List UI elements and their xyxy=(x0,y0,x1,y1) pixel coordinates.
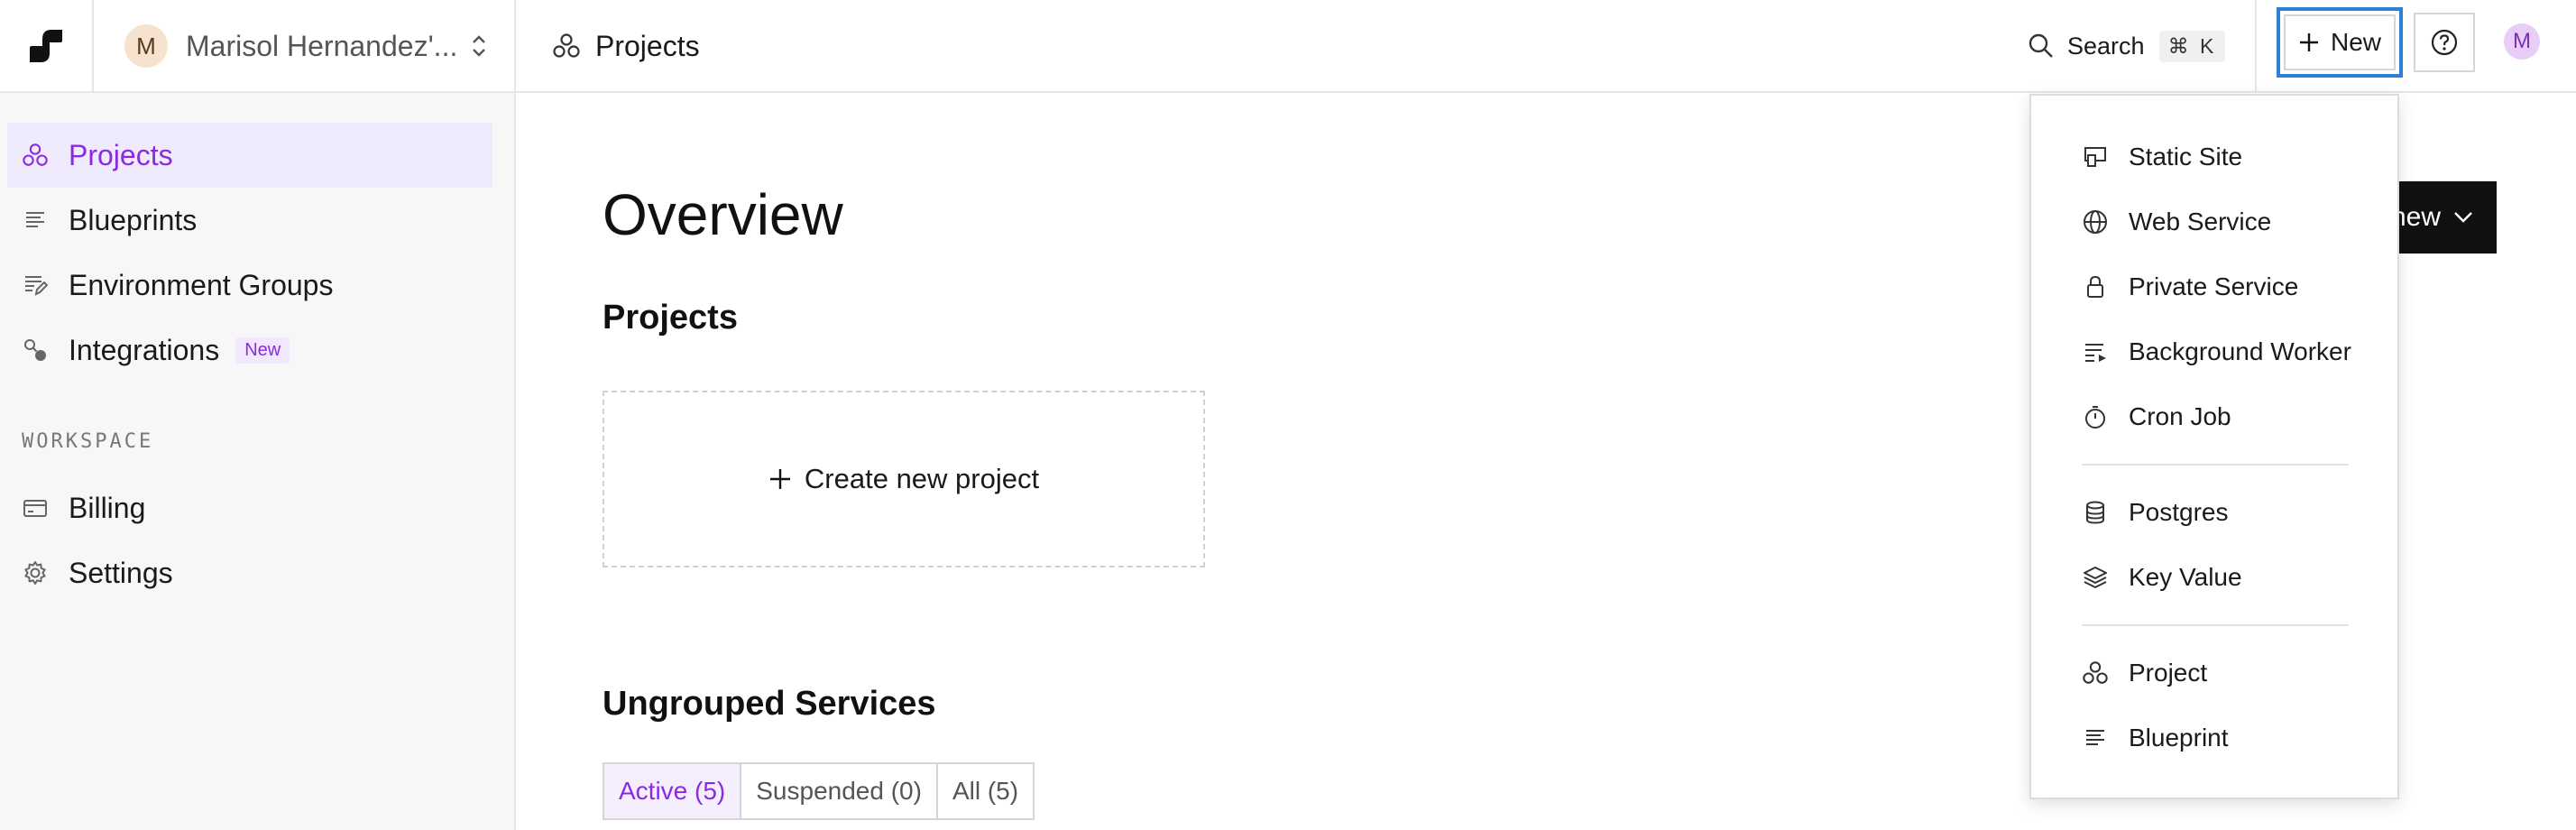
new-dropdown-menu: Static Site Web Service Private Service … xyxy=(2029,94,2399,799)
sidebar-item-billing[interactable]: Billing xyxy=(7,475,492,540)
sidebar-item-label: Integrations xyxy=(69,333,220,366)
workspace-switcher[interactable]: M Marisol Hernandez'... xyxy=(94,0,516,92)
globe-icon xyxy=(2084,210,2107,234)
new-button[interactable]: New xyxy=(2277,7,2403,78)
environment-groups-icon xyxy=(25,276,49,296)
menu-divider xyxy=(2082,464,2349,466)
workspace-section-title: WORKSPACE xyxy=(22,430,154,453)
sidebar-item-label: Environment Groups xyxy=(69,268,334,301)
sidebar-item-blueprints[interactable]: Blueprints xyxy=(7,188,492,253)
chevron-down-icon xyxy=(2454,212,2472,223)
tab-suspended[interactable]: Suspended (0) xyxy=(740,764,936,818)
new-button-inner: New xyxy=(2284,14,2396,70)
search-icon xyxy=(2029,33,2053,58)
projects-heading: Projects xyxy=(603,299,738,337)
static-site-icon xyxy=(2084,147,2106,167)
create-project-card[interactable]: Create new project xyxy=(603,391,1205,567)
ungrouped-services-heading: Ungrouped Services xyxy=(603,685,936,723)
menu-item-label: Web Service xyxy=(2129,208,2272,235)
billing-icon xyxy=(23,500,47,517)
breadcrumb: Projects xyxy=(552,0,700,92)
menu-item-label: Key Value xyxy=(2129,563,2242,591)
database-icon xyxy=(2086,501,2104,524)
help-icon xyxy=(2431,29,2458,56)
integrations-icon xyxy=(24,339,46,361)
sidebar-item-label: Settings xyxy=(69,556,173,589)
new-badge: New xyxy=(235,337,290,364)
user-avatar[interactable]: M xyxy=(2504,23,2540,60)
logo[interactable] xyxy=(0,0,94,92)
sidebar-item-label: Billing xyxy=(69,491,146,524)
service-filter-tabs: Active (5) Suspended (0) All (5) xyxy=(603,762,1035,820)
chevron-up-down-icon xyxy=(473,35,485,57)
menu-item-background-worker[interactable]: Background Worker xyxy=(2082,327,2351,377)
page-title: Overview xyxy=(603,182,843,247)
menu-item-web-service[interactable]: Web Service xyxy=(2082,197,2271,247)
search-button[interactable]: Search ⌘ K xyxy=(2028,23,2226,69)
menu-item-label: Blueprint xyxy=(2129,724,2229,752)
menu-item-static-site[interactable]: Static Site xyxy=(2082,132,2242,182)
workspace-avatar: M xyxy=(124,24,168,68)
tab-active[interactable]: Active (5) xyxy=(604,764,741,818)
blueprints-icon xyxy=(26,212,44,227)
projects-icon xyxy=(553,33,580,58)
sidebar-item-environment-groups[interactable]: Environment Groups xyxy=(7,253,492,318)
breadcrumb-label: Projects xyxy=(595,29,700,62)
menu-item-cron-job[interactable]: Cron Job xyxy=(2082,392,2231,442)
sidebar-item-settings[interactable]: Settings xyxy=(7,540,492,605)
menu-item-label: Cron Job xyxy=(2129,402,2231,430)
menu-item-key-value[interactable]: Key Value xyxy=(2082,552,2242,603)
logo-icon xyxy=(30,30,62,62)
background-worker-icon xyxy=(2085,344,2106,362)
menu-item-label: Static Site xyxy=(2129,143,2243,171)
projects-icon xyxy=(2083,661,2108,684)
new-button-label: New xyxy=(2330,28,2381,56)
plus-icon xyxy=(2299,33,2318,51)
stopwatch-icon xyxy=(2085,406,2105,429)
search-label: Search xyxy=(2067,32,2145,60)
divider xyxy=(2255,0,2257,92)
menu-item-project[interactable]: Project xyxy=(2082,648,2207,698)
menu-item-label: Background Worker xyxy=(2129,337,2351,365)
menu-item-label: Private Service xyxy=(2129,272,2299,300)
search-shortcut: ⌘ K xyxy=(2158,30,2226,62)
sidebar-item-label: Blueprints xyxy=(69,203,198,236)
menu-item-private-service[interactable]: Private Service xyxy=(2082,262,2298,312)
gear-icon xyxy=(24,561,46,585)
menu-item-blueprint[interactable]: Blueprint xyxy=(2082,713,2229,763)
menu-divider xyxy=(2082,624,2349,626)
blueprints-icon xyxy=(2086,730,2104,745)
menu-item-label: Postgres xyxy=(2129,498,2229,526)
projects-icon xyxy=(23,143,48,166)
sidebar-item-integrations[interactable]: Integrations New xyxy=(7,318,492,383)
menu-item-label: Project xyxy=(2129,659,2208,687)
workspace-name: Marisol Hernandez'... xyxy=(186,29,456,62)
sidebar-item-projects[interactable]: Projects xyxy=(7,123,492,188)
lock-icon xyxy=(2087,275,2103,298)
plus-icon xyxy=(769,469,790,489)
sidebar-item-label: Projects xyxy=(69,138,173,171)
menu-item-postgres[interactable]: Postgres xyxy=(2082,487,2229,538)
layers-icon xyxy=(2084,567,2107,588)
top-bar: M Marisol Hernandez'... Projects Search … xyxy=(0,0,2576,93)
tab-all[interactable]: All (5) xyxy=(935,764,1033,818)
create-project-label: Create new project xyxy=(804,463,1040,494)
sidebar: Projects Blueprints Environment Groups I… xyxy=(0,93,516,830)
help-button[interactable] xyxy=(2414,13,2475,72)
